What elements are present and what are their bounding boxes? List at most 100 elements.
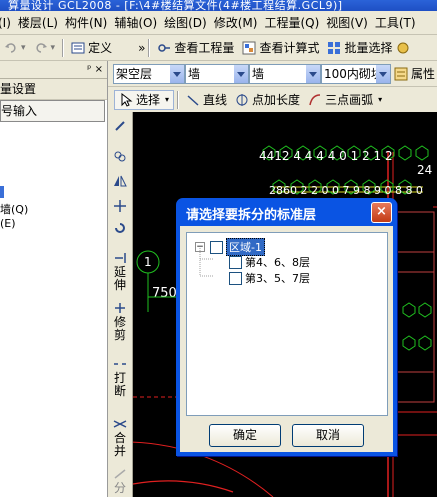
rotate-tool[interactable] [110, 222, 130, 236]
split-icon [114, 469, 126, 479]
ok-button[interactable]: 确定 [209, 424, 281, 447]
rotate-icon [115, 223, 125, 233]
cancel-button[interactable]: 取消 [292, 424, 364, 447]
copy-icon [114, 151, 126, 162]
wall-tree-item[interactable]: 墙(Q) [0, 201, 28, 217]
arc-label: 三点画弧 [325, 93, 374, 107]
undo-button[interactable]: ▾ [0, 37, 30, 59]
trim-label: 修剪 [114, 315, 127, 342]
arc-icon [309, 93, 321, 105]
line-tool-button[interactable]: 直线 [182, 89, 231, 111]
split-standard-floor-dialog: 请选择要拆分的标准层 × − 区域-1 第4、6、8层 第3、5、7层 确定 取… [176, 198, 397, 456]
define-label: 定义 [88, 41, 113, 55]
toolbar-separator [148, 38, 151, 57]
toolbar-separator [177, 90, 180, 109]
break-icon [114, 363, 126, 365]
tree-item-e[interactable]: (E) [0, 217, 16, 230]
merge-tool[interactable]: 合并 [110, 418, 130, 458]
dialog-body: − 区域-1 第4、6、8层 第3、5、7层 确定 取消 [180, 226, 393, 452]
modify-vertical-toolbar: 延伸 修剪 打断 合并 分 [108, 112, 133, 497]
extra-tool-icon[interactable] [396, 41, 410, 55]
redo-button[interactable]: ▾ [30, 37, 60, 59]
toolbar-overflow-chevron[interactable]: » [138, 41, 145, 55]
merge-icon [113, 420, 127, 428]
batch-select-label: 批量选择 [344, 41, 393, 55]
extend-tool[interactable]: 延伸 [110, 252, 130, 292]
menu-bar: (I) 楼层(L) 构件(N) 辅轴(O) 绘图(D) 修改(M) 工程量(Q)… [0, 11, 437, 35]
move-tool[interactable] [110, 200, 130, 214]
menu-item-modify[interactable]: 修改(M) [214, 14, 265, 31]
quantity-settings-item[interactable]: 量设置 [0, 79, 107, 100]
properties-icon [394, 67, 408, 80]
point-length-label: 点加长度 [252, 93, 301, 107]
wall-type-dropdown-icon [376, 65, 390, 83]
floor-tree[interactable]: − 区域-1 第4、6、8层 第3、5、7层 [186, 232, 388, 416]
batch-select-icon [328, 41, 341, 54]
wall-type-value: 100内砌块 [324, 67, 383, 81]
component-value: 墙 [252, 67, 265, 81]
split-tool[interactable]: 分 [110, 468, 130, 495]
menu-item-partial[interactable]: (I) [0, 16, 18, 30]
panel-pin-close[interactable]: ᵖ × [0, 61, 107, 79]
tree-node-floor-468[interactable]: 第4、6、8层 [229, 254, 310, 270]
dimension-750: 750 [152, 286, 177, 301]
trim-icon [115, 303, 125, 313]
wall-type-select[interactable]: 100内砌块 [321, 64, 391, 84]
window-title-bar: 算量设计 GCL2008 - [F:\4#楼结算文件(4#楼工程结算.GCL9)… [0, 0, 437, 11]
view-quantity-label: 查看工程量 [174, 41, 235, 55]
undo-icon [5, 42, 16, 53]
menu-item-tools[interactable]: 工具(T) [375, 14, 423, 31]
floor-357-checkbox[interactable] [229, 271, 242, 285]
component-select[interactable]: 墙 [249, 64, 321, 84]
mirror-tool[interactable] [110, 175, 130, 189]
move-icon [114, 200, 126, 212]
floor-468-label: 第4、6、8层 [245, 256, 310, 269]
copy-tool[interactable] [110, 150, 130, 164]
trim-tool[interactable]: 修剪 [110, 302, 130, 342]
view-formula-label: 查看计算式 [259, 41, 320, 55]
component-type-dropdown-icon [234, 65, 248, 83]
tree-selection-marker [0, 186, 4, 198]
select-tool-button[interactable]: 选择 ▾ [114, 89, 175, 110]
view-quantity-button[interactable]: 查看工程量 [153, 37, 238, 59]
menu-item-view[interactable]: 视图(V) [326, 14, 375, 31]
tree-node-floor-357[interactable]: 第3、5、7层 [229, 270, 310, 286]
menu-item-floor[interactable]: 楼层(L) [18, 14, 65, 31]
floor-select-value: 架空层 [116, 67, 153, 81]
main-toolbar: ▾ ▾ 定义 » 查看工程量 查看计算式 批量选择 [0, 35, 437, 61]
brush-tool[interactable] [110, 120, 130, 134]
window-title: 算量设计 GCL2008 - [F:\4#楼结算文件(4#楼工程结算.GCL9)… [8, 0, 343, 11]
line-icon [187, 94, 199, 106]
right-axis-number: 24 [417, 163, 432, 177]
extend-label: 延伸 [114, 265, 127, 292]
draw-toolbar: 选择 ▾ 直线 点加长度 三点画弧 ▾ [108, 87, 437, 113]
number-input-item[interactable]: 号输入 [0, 100, 105, 122]
close-icon: × [376, 204, 387, 219]
menu-item-aux-axis[interactable]: 辅轴(O) [114, 14, 164, 31]
menu-item-draw[interactable]: 绘图(D) [164, 14, 214, 31]
axis-bubble-label: 1 [144, 255, 152, 269]
close-button[interactable]: × [371, 202, 392, 223]
cursor-icon [121, 92, 133, 107]
left-navigation-panel: ᵖ × 量设置 号输入 墙(Q) (E) [0, 61, 108, 497]
line-label: 直线 [203, 93, 228, 107]
view-quantity-icon [158, 43, 171, 52]
break-tool[interactable]: 打断 [110, 358, 130, 398]
view-formula-button[interactable]: 查看计算式 [238, 37, 323, 59]
three-point-arc-button[interactable]: 三点画弧 ▾ [304, 89, 386, 111]
layer-toolbar: 架空层 墙 墙 100内砌块 属性 [108, 61, 437, 87]
mirror-icon [114, 175, 127, 187]
component-type-select[interactable]: 墙 [185, 64, 249, 84]
properties-button[interactable]: 属性 [394, 65, 435, 82]
floor-468-checkbox[interactable] [229, 255, 242, 269]
dialog-title: 请选择要拆分的标准层 [186, 208, 317, 223]
brush-icon [115, 121, 125, 131]
menu-item-quantity[interactable]: 工程量(Q) [264, 14, 326, 31]
batch-select-button[interactable]: 批量选择 [323, 37, 396, 59]
floor-dropdown-icon [170, 65, 184, 83]
toolbar-separator [62, 38, 65, 57]
menu-item-component[interactable]: 构件(N) [65, 14, 114, 31]
floor-select[interactable]: 架空层 [113, 64, 185, 84]
define-button[interactable]: 定义 [67, 37, 116, 59]
point-length-button[interactable]: 点加长度 [231, 89, 304, 111]
